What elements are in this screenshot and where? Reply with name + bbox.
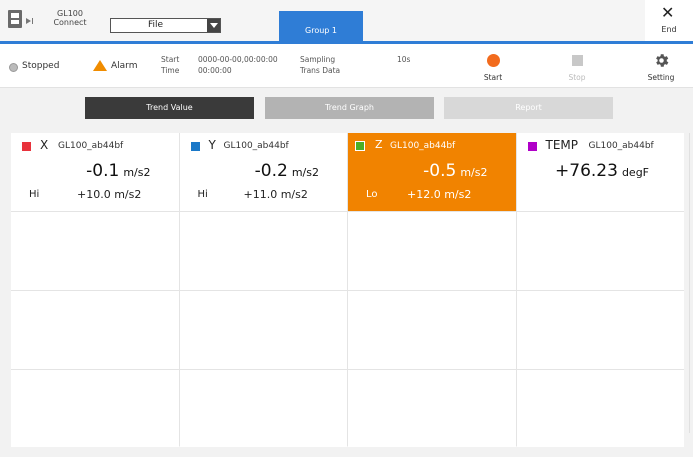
channel-value-display: -0.2 m/s2 bbox=[255, 161, 319, 181]
channel-unit: m/s2 bbox=[123, 166, 151, 179]
play-icon bbox=[26, 18, 31, 24]
chevron-down-icon[interactable] bbox=[207, 19, 220, 32]
channel-color-marker bbox=[355, 141, 365, 151]
channel-name: TEMP bbox=[545, 138, 579, 152]
file-select-value: File bbox=[148, 20, 164, 30]
channel-cell-y[interactable]: Y GL100_ab44bf -0.2 m/s2 Hi +11.0 m/s2 bbox=[179, 133, 347, 211]
empty-channel-cell[interactable] bbox=[179, 370, 347, 447]
stop-button-label: Stop bbox=[568, 73, 586, 82]
channel-name: X bbox=[40, 138, 49, 152]
sampling-label: Sampling bbox=[300, 55, 336, 64]
device-name: GL100 Connect bbox=[50, 9, 90, 27]
end-label: End bbox=[661, 25, 677, 34]
channel-cell-x[interactable]: X GL100_ab44bf -0.1 m/s2 Hi +10.0 m/s2 bbox=[11, 133, 179, 211]
channel-color-marker bbox=[22, 142, 31, 151]
empty-channel-cell[interactable] bbox=[179, 291, 347, 369]
channel-cell-z[interactable]: Z GL100_ab44bf -0.5 m/s2 Lo +12.0 m/s2 bbox=[348, 133, 516, 211]
channel-value-display: -0.5 m/s2 bbox=[423, 161, 487, 181]
status-bar: Stopped Alarm Start Time 0000-00-00,00:0… bbox=[0, 44, 693, 88]
limit-type: Hi bbox=[29, 189, 40, 200]
empty-channel-cell[interactable] bbox=[516, 291, 684, 369]
channel-value: -0.1 bbox=[86, 161, 120, 181]
stop-button[interactable]: Stop bbox=[545, 44, 609, 87]
limit-value: +12.0 m/s2 bbox=[407, 188, 472, 201]
start-time-value: 0000-00-00,00:00:00 bbox=[198, 55, 278, 64]
empty-channel-cell[interactable] bbox=[11, 370, 179, 447]
tab-group-1-label: Group 1 bbox=[305, 26, 337, 35]
channel-grid: X GL100_ab44bf -0.1 m/s2 Hi +10.0 m/s2 Y … bbox=[11, 133, 684, 447]
empty-channel-cell[interactable] bbox=[11, 291, 179, 369]
close-icon: ✕ bbox=[661, 3, 675, 22]
start-button[interactable]: Start bbox=[461, 44, 525, 87]
channel-cell-temp[interactable]: TEMP GL100_ab44bf +76.23 degF bbox=[516, 133, 684, 211]
empty-channel-cell[interactable] bbox=[516, 370, 684, 447]
channel-value-display: +76.23 degF bbox=[555, 161, 649, 181]
channel-unit: m/s2 bbox=[291, 166, 319, 179]
channel-device: GL100_ab44bf bbox=[390, 141, 456, 151]
channel-value: +76.23 bbox=[555, 161, 618, 181]
record-icon bbox=[487, 54, 500, 67]
trend-graph-button[interactable]: Trend Graph bbox=[265, 97, 434, 119]
file-select[interactable]: File bbox=[110, 18, 221, 33]
sampling-value: 10s bbox=[397, 55, 411, 64]
limit-type: Lo bbox=[366, 189, 378, 200]
channel-device: GL100_ab44bf bbox=[588, 141, 654, 151]
empty-channel-cell[interactable] bbox=[348, 212, 516, 290]
play-bar-icon bbox=[32, 18, 33, 24]
tab-group-1[interactable]: Group 1 bbox=[279, 11, 363, 41]
stop-icon bbox=[572, 55, 583, 66]
stopped-status-icon bbox=[9, 63, 18, 72]
empty-channel-cell[interactable] bbox=[348, 370, 516, 447]
top-bar: GL100 Connect File Group 1 ✕ End bbox=[0, 0, 693, 41]
channel-color-marker bbox=[527, 142, 537, 151]
end-button[interactable]: ✕ End bbox=[645, 0, 693, 41]
limit-type: Hi bbox=[197, 189, 208, 200]
recording-status-text: Stopped bbox=[22, 61, 60, 71]
alarm-warning-icon bbox=[93, 60, 107, 71]
gear-icon bbox=[656, 54, 669, 67]
trend-value-button[interactable]: Trend Value bbox=[85, 97, 254, 119]
device-name-line1: GL100 bbox=[57, 9, 83, 18]
channel-value: -0.5 bbox=[423, 161, 457, 181]
elapsed-time-value: 00:00:00 bbox=[198, 66, 232, 75]
start-time-label: Start bbox=[161, 55, 180, 64]
elapsed-time-label: Time bbox=[161, 66, 180, 75]
scrollbar-track[interactable] bbox=[689, 133, 690, 433]
trans-data-label: Trans Data bbox=[300, 66, 341, 75]
channel-value: -0.2 bbox=[254, 161, 288, 181]
channel-value-display: -0.1 m/s2 bbox=[86, 161, 150, 181]
channel-name: Z bbox=[375, 138, 383, 151]
channel-unit: m/s2 bbox=[460, 166, 488, 179]
channel-device: GL100_ab44bf bbox=[223, 141, 289, 151]
channel-color-marker bbox=[190, 142, 200, 151]
empty-channel-cell[interactable] bbox=[516, 212, 684, 290]
channel-device: GL100_ab44bf bbox=[58, 141, 124, 151]
limit-value: +11.0 m/s2 bbox=[243, 188, 308, 201]
device-name-line2: Connect bbox=[53, 18, 87, 27]
empty-channel-cell[interactable] bbox=[179, 212, 347, 290]
channel-name: Y bbox=[208, 138, 216, 152]
alarm-status-text: Alarm bbox=[111, 61, 138, 71]
empty-channel-cell[interactable] bbox=[11, 212, 179, 290]
channel-unit: degF bbox=[621, 166, 649, 179]
setting-button[interactable]: Setting bbox=[629, 44, 693, 87]
start-button-label: Start bbox=[483, 73, 503, 82]
logger-device-icon bbox=[8, 10, 22, 28]
limit-value: +10.0 m/s2 bbox=[77, 188, 142, 201]
empty-channel-cell[interactable] bbox=[348, 291, 516, 369]
report-button[interactable]: Report bbox=[444, 97, 613, 119]
setting-button-label: Setting bbox=[647, 73, 675, 82]
device-connect-button[interactable]: GL100 Connect bbox=[8, 6, 98, 34]
